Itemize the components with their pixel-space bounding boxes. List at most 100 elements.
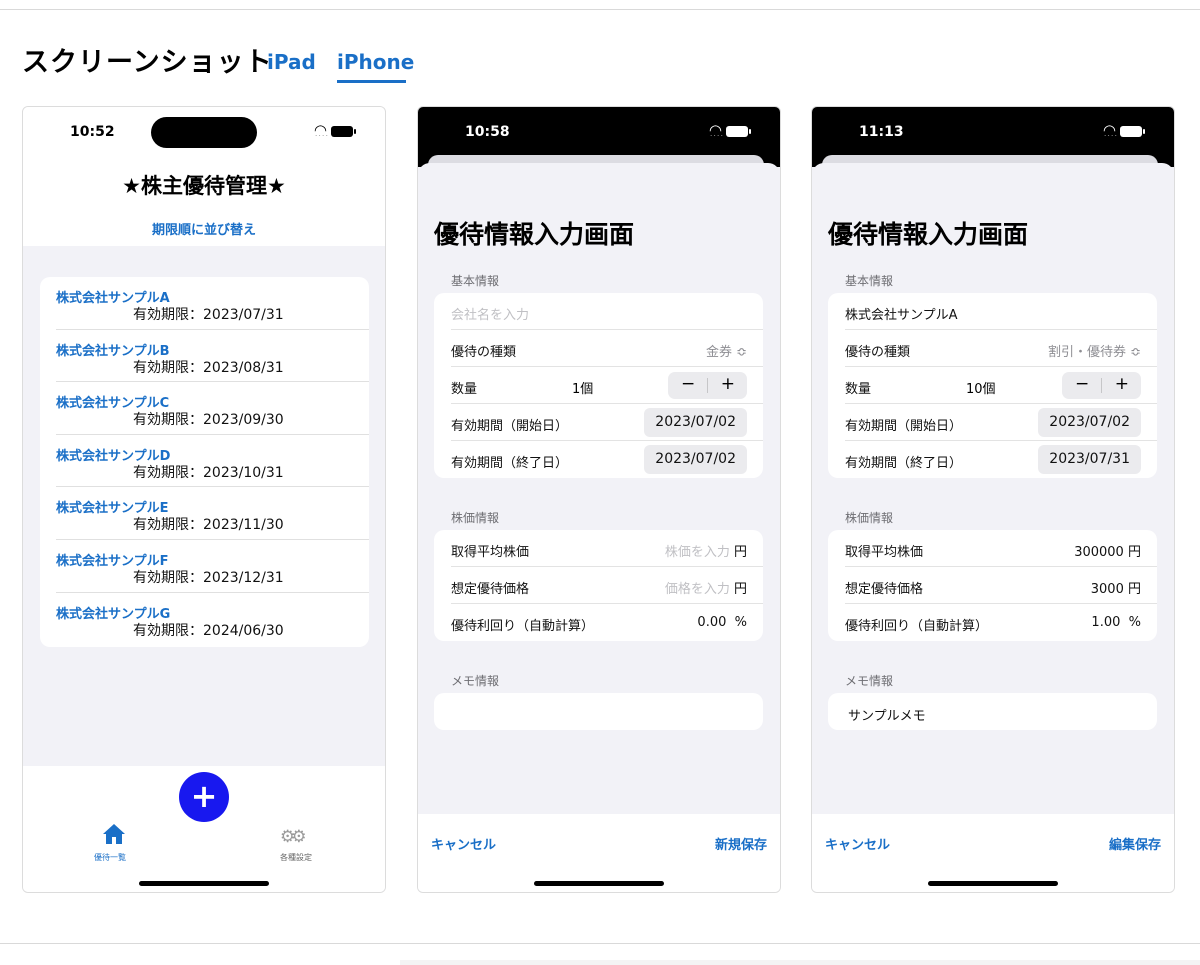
yield-row: 優待利回り（自動計算） 1.00 % xyxy=(845,604,1157,641)
list-item-expiry: 有効期限：2023/10/31 xyxy=(133,464,284,481)
list-item-expiry: 有効期限：2023/07/31 xyxy=(133,307,284,323)
bottom-fade xyxy=(400,960,1200,965)
form-title: 優待情報入力画面 xyxy=(434,220,635,249)
memo-section-label: メモ情報 xyxy=(451,674,500,688)
battery-icon xyxy=(726,126,751,137)
battery-icon xyxy=(331,126,356,137)
start-date-picker[interactable]: 2023/07/02 xyxy=(1038,408,1141,437)
home-indicator xyxy=(139,881,269,886)
status-time: 10:52 xyxy=(70,124,115,140)
status-bar: 11:13 .... ◠ xyxy=(812,107,1174,159)
quantity-value: 1個 xyxy=(572,382,594,397)
end-date-picker[interactable]: 2023/07/02 xyxy=(644,445,747,474)
yield-value: 1.00 % xyxy=(1091,615,1141,630)
benefit-price-placeholder[interactable]: 価格を入力 xyxy=(665,582,730,597)
end-date-picker[interactable]: 2023/07/31 xyxy=(1038,445,1141,474)
avg-price-field[interactable]: 株価を入力 円 xyxy=(665,541,747,560)
basic-info-group: 会社名を入力 優待の種類 金券 ≎ 数量 1個 − + 有効期間（開始日） 20… xyxy=(434,293,763,478)
end-date-row: 有効期間（終了日） 2023/07/31 xyxy=(845,441,1157,478)
increment-button[interactable]: + xyxy=(1115,374,1129,394)
list-item[interactable]: 株式会社サンプルE 有効期限：2023/11/30 xyxy=(56,487,369,540)
increment-button[interactable]: + xyxy=(721,374,735,394)
list-item-expiry: 有効期限：2023/12/31 xyxy=(133,569,284,586)
list-item[interactable]: 株式会社サンプルF 有効期限：2023/12/31 xyxy=(56,540,369,593)
company-name-field[interactable]: 株式会社サンプルA xyxy=(845,293,1157,330)
avg-price-row[interactable]: 取得平均株価 株価を入力 円 xyxy=(451,530,763,567)
company-name-placeholder[interactable]: 会社名を入力 xyxy=(451,304,529,323)
cancel-button[interactable]: キャンセル xyxy=(431,834,496,853)
cancel-button[interactable]: キャンセル xyxy=(825,834,890,853)
quantity-stepper[interactable]: − + xyxy=(668,372,747,399)
list-item[interactable]: 株式会社サンプルB 有効期限：2023/08/31 xyxy=(56,330,369,383)
company-name-value[interactable]: 株式会社サンプルA xyxy=(845,304,958,323)
save-edit-button[interactable]: 編集保存 xyxy=(1109,834,1161,853)
start-date-row: 有効期間（開始日） 2023/07/02 xyxy=(845,404,1157,441)
wifi-icon: ◠ xyxy=(1102,121,1116,139)
company-name-field[interactable]: 会社名を入力 xyxy=(451,293,763,330)
wifi-icon: ◠ xyxy=(708,121,722,139)
home-indicator xyxy=(928,881,1058,886)
quantity-label: 数量 xyxy=(451,382,478,397)
status-time: 11:13 xyxy=(859,124,904,140)
list-item[interactable]: 株式会社サンプルC 有効期限：2023/09/30 xyxy=(56,382,369,435)
form-title: 優待情報入力画面 xyxy=(828,220,1029,249)
avg-price-row[interactable]: 取得平均株価 300000 円 xyxy=(845,530,1157,567)
memo-field[interactable] xyxy=(434,693,763,730)
section-title: スクリーンショット xyxy=(22,47,273,78)
yen-unit: 円 xyxy=(733,582,747,597)
stepper-divider xyxy=(707,378,708,393)
benefit-price-row[interactable]: 想定優待価格 3000 円 xyxy=(845,567,1157,604)
tab-ipad[interactable]: iPad xyxy=(267,50,316,74)
bottom-divider xyxy=(0,943,1200,944)
percent-unit: % xyxy=(1128,615,1141,630)
screenshot-edit-screen: 11:13 .... ◠ 優待情報入力画面 基本情報 株式会社サンプルA 優待の… xyxy=(811,106,1175,893)
list-item[interactable]: 株式会社サンプルG 有効期限：2024/06/30 xyxy=(56,593,369,646)
wifi-icon: ◠ xyxy=(313,121,327,139)
yen-unit: 円 xyxy=(1127,582,1141,597)
list-item[interactable]: 株式会社サンプルD 有効期限：2023/10/31 xyxy=(56,435,369,488)
benefit-price-value[interactable]: 3000 xyxy=(1091,582,1124,597)
list-item-expiry: 有効期限：2024/06/30 xyxy=(133,622,284,639)
price-info-group: 取得平均株価 株価を入力 円 想定優待価格 価格を入力 円 優待利回り（自動計算… xyxy=(434,530,763,641)
price-info-section-label: 株価情報 xyxy=(451,511,500,525)
avg-price-value[interactable]: 300000 xyxy=(1074,545,1124,560)
yield-number: 0.00 xyxy=(697,615,727,630)
avg-price-placeholder[interactable]: 株価を入力 xyxy=(665,545,730,560)
yield-label: 優待利回り（自動計算） xyxy=(845,619,989,634)
end-date-label: 有効期間（終了日） xyxy=(845,456,963,471)
yield-value: 0.00 % xyxy=(697,615,747,630)
screenshot-new-entry-screen: 10:58 .... ◠ 優待情報入力画面 基本情報 会社名を入力 優待の種類 … xyxy=(417,106,781,893)
decrement-button[interactable]: − xyxy=(1075,374,1089,394)
yield-row: 優待利回り（自動計算） 0.00 % xyxy=(451,604,763,641)
decrement-button[interactable]: − xyxy=(681,374,695,394)
avg-price-field[interactable]: 300000 円 xyxy=(1074,541,1141,560)
gear-icon[interactable]: ⚙⚙ xyxy=(280,827,307,847)
basic-info-section-label: 基本情報 xyxy=(845,274,894,288)
tab-iphone[interactable]: iPhone xyxy=(337,50,414,74)
home-icon[interactable] xyxy=(102,823,126,845)
start-date-label: 有効期間（開始日） xyxy=(451,419,569,434)
benefit-type-picker[interactable]: 割引・優待券 ≎ xyxy=(1048,341,1141,360)
memo-field[interactable]: サンプルメモ xyxy=(828,693,1157,730)
list-item[interactable]: 株式会社サンプルA 有効期限：2023/07/31 xyxy=(56,277,369,330)
benefit-price-field[interactable]: 価格を入力 円 xyxy=(665,578,747,597)
tab-settings-label[interactable]: 各種設定 xyxy=(280,852,312,863)
basic-info-group: 株式会社サンプルA 優待の種類 割引・優待券 ≎ 数量 10個 − + 有効期間… xyxy=(828,293,1157,478)
tab-home-label[interactable]: 優待一覧 xyxy=(94,852,126,863)
yen-unit: 円 xyxy=(733,545,747,560)
benefit-type-picker[interactable]: 金券 ≎ xyxy=(706,341,747,360)
benefit-type-row[interactable]: 優待の種類 割引・優待券 ≎ xyxy=(845,330,1157,367)
yield-label: 優待利回り（自動計算） xyxy=(451,619,595,634)
app-title: ★株主優待管理★ xyxy=(122,174,286,198)
start-date-picker[interactable]: 2023/07/02 xyxy=(644,408,747,437)
list-item-expiry: 有効期限：2023/11/30 xyxy=(133,517,284,534)
quantity-stepper[interactable]: − + xyxy=(1062,372,1141,399)
home-indicator xyxy=(534,881,664,886)
add-button[interactable]: + xyxy=(179,772,229,822)
percent-unit: % xyxy=(734,615,747,630)
benefit-price-field[interactable]: 3000 円 xyxy=(1091,578,1141,597)
sort-by-expiry-button[interactable]: 期限順に並び替え xyxy=(23,219,385,238)
save-new-button[interactable]: 新規保存 xyxy=(715,834,767,853)
benefit-price-row[interactable]: 想定優待価格 価格を入力 円 xyxy=(451,567,763,604)
benefit-type-row[interactable]: 優待の種類 金券 ≎ xyxy=(451,330,763,367)
